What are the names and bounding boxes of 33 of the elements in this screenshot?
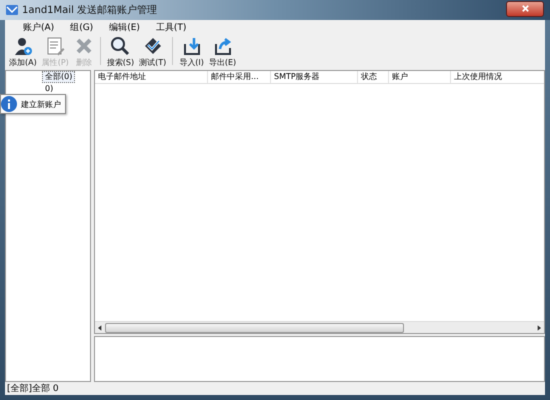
import-icon: [182, 36, 202, 56]
horizontal-scrollbar[interactable]: [95, 321, 544, 333]
window-title: 1and1Mail 发送邮箱账户管理: [22, 4, 158, 17]
scroll-left-icon[interactable]: [98, 324, 102, 330]
close-icon: [520, 4, 530, 13]
search-icon: [110, 36, 130, 56]
column-header[interactable]: 上次使用情况: [451, 71, 544, 83]
toolbar-button[interactable]: 搜索(S): [104, 34, 136, 68]
tooltip-text: 建立新账户: [21, 98, 61, 110]
column-header[interactable]: 邮件中采用...: [208, 71, 271, 83]
menu-item[interactable]: 工具(T): [152, 20, 198, 34]
close-button[interactable]: [506, 0, 544, 16]
document-edit-icon: [45, 36, 66, 56]
tree-item[interactable]: 0): [42, 83, 56, 95]
export-icon: [212, 36, 233, 56]
mail-icon: [6, 4, 18, 16]
menu-item[interactable]: 组(G): [66, 20, 106, 34]
tree-item[interactable]: 全部(0): [42, 71, 76, 83]
column-header[interactable]: SMTP服务器: [271, 71, 358, 83]
status-text: [全部]全部 0: [7, 382, 59, 395]
scroll-right-icon[interactable]: [537, 324, 541, 330]
column-header[interactable]: 电子邮件地址: [95, 71, 208, 83]
toolbar-button[interactable]: 添加(A): [7, 34, 39, 68]
person-add-icon: [12, 36, 33, 56]
column-header[interactable]: 账户: [389, 71, 451, 83]
menu-item[interactable]: 账户(A): [19, 20, 66, 34]
toolbar-button[interactable]: 测试(T): [137, 34, 168, 68]
toolbar-button[interactable]: 导入(I): [177, 34, 206, 68]
toolbar-button[interactable]: 导出(E): [206, 34, 238, 68]
cross-icon: [74, 36, 94, 56]
menu-item[interactable]: 编辑(E): [105, 20, 152, 34]
column-header[interactable]: 状态: [358, 71, 389, 83]
check-diamond-icon: [142, 36, 163, 56]
